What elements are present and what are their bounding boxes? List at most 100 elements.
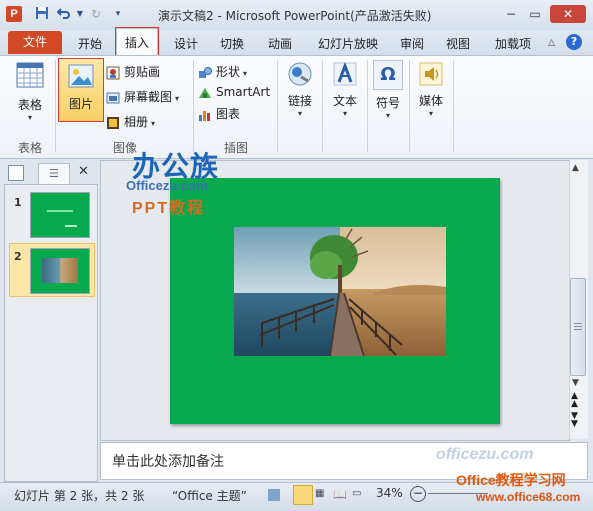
- scroll-up-icon[interactable]: ▲: [572, 163, 579, 173]
- slides-tab-icon[interactable]: [8, 165, 24, 181]
- window-title: 演示文稿2 - Microsoft PowerPoint(产品激活失败): [158, 9, 432, 23]
- media-button[interactable]: 媒体 ▾: [412, 60, 450, 132]
- tab-design[interactable]: 设计: [168, 34, 204, 54]
- tab-addins[interactable]: 加载项: [488, 34, 538, 54]
- tab-insert[interactable]: 插入: [115, 27, 159, 56]
- links-dropdown-icon: ▾: [297, 109, 302, 118]
- watermark-sub: Officezu.com: [126, 178, 208, 193]
- tab-home[interactable]: 开始: [72, 34, 108, 54]
- text-dropdown-icon: ▾: [342, 109, 347, 118]
- watermark-tag: PPT教程: [132, 200, 206, 217]
- previous-slide-icon[interactable]: ▲ ▲: [571, 392, 578, 409]
- screenshot-icon: [106, 91, 120, 105]
- links-button[interactable]: 链接 ▾: [282, 60, 318, 132]
- group-separator: [367, 60, 368, 152]
- shapes-icon: [198, 66, 212, 80]
- inserted-picture[interactable]: [234, 227, 446, 356]
- watermark-url: www.office68.com: [476, 490, 581, 504]
- symbols-label: 符号: [375, 96, 400, 110]
- group-separator: [453, 60, 454, 152]
- close-icon[interactable]: ✕: [550, 5, 586, 23]
- normal-view-icon[interactable]: [293, 485, 313, 505]
- chart-button[interactable]: 图表: [198, 104, 240, 124]
- save-icon[interactable]: [34, 6, 50, 22]
- slide-thumbnail-2[interactable]: [30, 248, 90, 294]
- text-label: 文本: [332, 94, 357, 108]
- table-label: 表格: [17, 98, 42, 112]
- tab-view[interactable]: 视图: [440, 34, 476, 54]
- powerpoint-app-icon[interactable]: P: [6, 6, 22, 22]
- clipart-button[interactable]: 剪贴画: [106, 62, 160, 82]
- smartart-button[interactable]: SmartArt: [198, 82, 270, 102]
- undo-dropdown-icon[interactable]: ▼: [72, 6, 88, 22]
- picture-label: 图片: [68, 97, 93, 111]
- table-dropdown-icon: ▾: [27, 113, 32, 122]
- album-label: 相册: [124, 115, 149, 129]
- speaker-icon: [417, 60, 445, 88]
- text-button[interactable]: 文本 ▾: [326, 60, 364, 132]
- tab-animations[interactable]: 动画: [262, 34, 298, 54]
- smartart-label: SmartArt: [216, 85, 271, 99]
- thumbnail-title-line: [47, 210, 73, 212]
- symbols-dropdown-icon: ▾: [385, 111, 390, 120]
- notes-placeholder: 单击此处添加备注: [112, 454, 224, 470]
- chart-icon: [198, 108, 212, 122]
- shapes-dropdown-icon: ▾: [243, 69, 248, 78]
- album-button[interactable]: 相册 ▾: [106, 112, 155, 132]
- group-separator: [193, 60, 194, 152]
- scrollbar-thumb[interactable]: [570, 278, 586, 376]
- picture-button[interactable]: 图片: [58, 58, 104, 122]
- next-slide-icon[interactable]: ▼ ▼: [571, 412, 578, 429]
- slide-count-status: 幻灯片 第 2 张，共 2 张: [14, 489, 145, 503]
- omega-icon: Ω: [373, 60, 403, 90]
- chart-label: 图表: [216, 107, 241, 121]
- maximize-icon[interactable]: ▭: [524, 5, 546, 23]
- thumbnail-picture: [42, 258, 78, 283]
- spellcheck-icon[interactable]: [268, 489, 280, 501]
- links-icon: [286, 60, 314, 88]
- redo-icon[interactable]: ↻: [88, 6, 104, 22]
- slide-sorter-icon[interactable]: ▦: [315, 488, 324, 499]
- zoom-level[interactable]: 34%: [376, 486, 403, 500]
- reading-view-icon[interactable]: 📖: [333, 488, 347, 501]
- media-dropdown-icon: ▾: [428, 109, 433, 118]
- outline-tab-icon[interactable]: ☰: [38, 163, 70, 185]
- watermark-brand: Office教程学习网: [456, 472, 566, 488]
- album-icon: [106, 116, 120, 130]
- group-separator: [55, 60, 56, 152]
- close-panel-icon[interactable]: ✕: [78, 164, 89, 179]
- table-icon: [15, 60, 45, 90]
- minimize-ribbon-icon[interactable]: △: [548, 38, 555, 48]
- screenshot-button[interactable]: 屏幕截图 ▾: [106, 87, 179, 107]
- slide-number: 1: [14, 196, 22, 209]
- tab-file[interactable]: 文件: [8, 31, 62, 54]
- zoom-out-icon[interactable]: −: [410, 486, 426, 502]
- picture-icon: [66, 61, 96, 91]
- text-icon: [331, 60, 359, 88]
- smartart-icon: [198, 86, 212, 100]
- shapes-button[interactable]: 形状 ▾: [198, 62, 247, 82]
- table-button[interactable]: 表格 ▾: [8, 60, 52, 132]
- minimize-icon[interactable]: −: [500, 5, 522, 23]
- group-separator: [322, 60, 323, 152]
- tab-slideshow[interactable]: 幻灯片放映: [312, 34, 384, 54]
- theme-status[interactable]: “Office 主题”: [172, 487, 247, 504]
- scroll-down-icon[interactable]: ▼: [572, 378, 579, 388]
- help-icon[interactable]: ?: [566, 34, 582, 50]
- customize-qat-icon[interactable]: ▾: [110, 6, 126, 22]
- thumb-grip-icon: [574, 323, 582, 324]
- undo-icon[interactable]: [56, 6, 72, 22]
- slide-thumbnail-1[interactable]: [30, 192, 90, 238]
- thumbnail-subtitle-line: [65, 225, 77, 227]
- album-dropdown-icon: ▾: [151, 119, 156, 128]
- clipart-label: 剪贴画: [124, 65, 161, 79]
- symbols-button[interactable]: Ω 符号 ▾: [370, 60, 406, 132]
- slide-number: 2: [14, 250, 22, 263]
- slideshow-icon[interactable]: ▭: [352, 488, 361, 499]
- tab-transitions[interactable]: 切换: [214, 34, 250, 54]
- group-label-tables: 表格: [17, 141, 42, 155]
- screenshot-dropdown-icon: ▾: [175, 94, 180, 103]
- group-separator: [277, 60, 278, 152]
- tab-review[interactable]: 审阅: [394, 34, 430, 54]
- clipart-icon: [106, 66, 120, 80]
